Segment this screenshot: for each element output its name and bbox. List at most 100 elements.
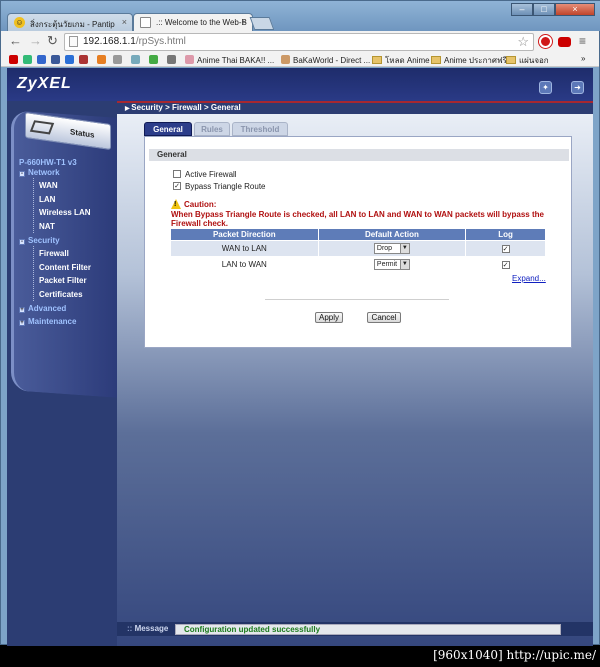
device-model: P-660HW-T1 v3 [19,158,77,167]
firewall-general-panel: General Active Firewall ✓ Bypass Triangl… [144,136,572,348]
log-checkbox[interactable]: ✓ [501,260,510,269]
star-icon[interactable]: ☆ [517,34,529,50]
column-header: Log [465,228,546,241]
address-bar[interactable]: 192.168.1.1/rpSys.html ☆ [64,33,534,51]
menu-maintenance[interactable]: + Maintenance [19,317,76,326]
bookmark-icon [281,55,290,64]
youtube-bookmark-icon[interactable] [9,55,18,64]
bookmark-icon[interactable] [113,55,122,64]
menu-security[interactable]: - Security [19,236,60,245]
folder-icon [431,56,441,64]
bookmark-folder-anime-free[interactable]: Anime ประกาศฟรี [431,54,507,67]
apply-button[interactable]: Apply [315,312,343,323]
image-host-footer: [960x1040] http://upic.me/ [433,648,596,662]
bookmark-icon[interactable] [79,55,88,64]
menu-network[interactable]: - Network [19,168,60,177]
active-firewall-checkbox[interactable] [173,170,181,178]
opera-icon[interactable] [539,35,552,48]
bookmark-folder-anime[interactable]: โหลด Anime [372,54,430,67]
bypass-triangle-checkbox[interactable]: ✓ [173,182,181,190]
bookmark-folder-3[interactable]: แผ่นจอก [506,54,549,67]
tree-line [33,178,34,233]
expand-icon[interactable]: + [19,320,25,326]
tab-label: .:: Welcome to the Web-B [156,18,247,27]
tab-zyxel[interactable]: .:: Welcome to the Web-B × [133,13,253,32]
page-info-icon[interactable] [69,36,78,47]
packet-direction: WAN to LAN [170,240,319,257]
youtube-icon[interactable] [558,37,571,47]
breadcrumb: ▶ Security > Firewall > General [125,103,241,112]
toolbar: ← → ↻ 192.168.1.1/rpSys.html ☆ ≡ [1,31,599,53]
expand-icon[interactable]: + [19,307,25,313]
bookmark-label: Anime Thai BAKA!! ... [197,56,275,65]
bookmark-icon[interactable] [149,55,158,64]
close-icon[interactable]: × [122,17,127,27]
collapse-icon[interactable]: - [19,171,25,177]
menu-item-content-filter[interactable]: Content Filter [39,263,91,272]
folder-icon [506,56,516,64]
caution-title: Caution: [184,200,217,209]
new-tab-button[interactable] [249,17,275,30]
expand-link[interactable]: Expand... [512,274,546,283]
default-action-cell: Permit ▼ [317,256,467,273]
bypass-triangle-label: Bypass Triangle Route [185,182,266,191]
collapse-icon[interactable]: - [19,239,25,245]
google-icon[interactable] [37,55,46,64]
bookmark-icon[interactable] [65,55,74,64]
log-cell: ✓ [465,240,546,257]
menu-item-wan[interactable]: WAN [39,181,58,190]
menu-icon[interactable]: ≡ [579,34,586,48]
bookmark-label: โหลด Anime [385,56,430,65]
message-text: Configuration updated successfully [175,624,561,635]
maximize-button[interactable]: □ [533,3,555,16]
wizard-icon[interactable]: ✦ [539,81,552,94]
forward-icon[interactable]: → [29,34,42,48]
table-row: LAN to WAN Permit ▼ ✓ [170,256,546,273]
bookmark-anime-thai[interactable]: Anime Thai BAKA!! ... [185,54,274,65]
tab-rules[interactable]: Rules [194,122,230,136]
bookmark-icon[interactable] [131,55,140,64]
menu-item-lan[interactable]: LAN [39,195,55,204]
facebook-icon[interactable] [51,55,60,64]
column-header: Default Action [317,228,467,241]
chevron-down-icon: ▼ [399,244,409,253]
menu-item-firewall[interactable]: Firewall [39,249,69,258]
log-checkbox[interactable]: ✓ [501,244,510,253]
message-bar: :: Message Configuration updated success… [117,622,593,636]
menu-item-wireless-lan[interactable]: Wireless LAN [39,208,91,217]
close-window-button[interactable]: × [555,3,595,16]
tab-pantip[interactable]: ☺ สิ่งกระตุ้นวัยเกม - Pantip × [7,13,133,32]
packet-direction-table: Packet Direction Default Action Log WAN … [170,228,546,273]
bookmarks-overflow[interactable]: » [581,54,585,63]
bookmark-icon[interactable] [167,55,176,64]
log-cell: ✓ [465,256,546,273]
menu-label: Security [28,236,60,245]
bookmark-icon[interactable] [97,55,106,64]
menu-item-certificates[interactable]: Certificates [39,290,83,299]
menu-label: Advanced [28,304,67,313]
cancel-button[interactable]: Cancel [367,312,401,323]
menu-item-packet-filter[interactable]: Packet Filter [39,276,87,285]
menu-advanced[interactable]: + Advanced [19,304,66,313]
tab-general[interactable]: General [144,122,192,136]
bookmark-icon [185,55,194,64]
default-action-select[interactable]: Permit ▼ [373,259,410,270]
chevron-down-icon: ▼ [399,260,409,269]
tab-threshold[interactable]: Threshold [232,122,288,136]
tab-label: สิ่งกระตุ้นวัยเกม - Pantip [30,20,115,29]
default-action-select[interactable]: Drop ▼ [373,243,410,254]
logout-icon[interactable]: ➜ [571,81,584,94]
packet-direction: LAN to WAN [170,256,319,273]
section-title: General [149,149,569,161]
smiley-icon: ☺ [14,17,25,28]
back-icon[interactable]: ← [9,34,22,48]
caution-text: When Bypass Triangle Route is checked, a… [171,210,544,228]
grip-icon: :: [127,624,135,633]
bookmark-bakaworld[interactable]: BaKaWorld - Direct ... [281,54,370,65]
reload-icon[interactable]: ↻ [47,34,58,48]
tree-line [33,246,34,301]
bookmark-icon[interactable] [23,55,32,64]
minimize-button[interactable]: – [511,3,533,16]
close-icon[interactable]: × [242,17,247,27]
menu-item-nat[interactable]: NAT [39,222,55,231]
